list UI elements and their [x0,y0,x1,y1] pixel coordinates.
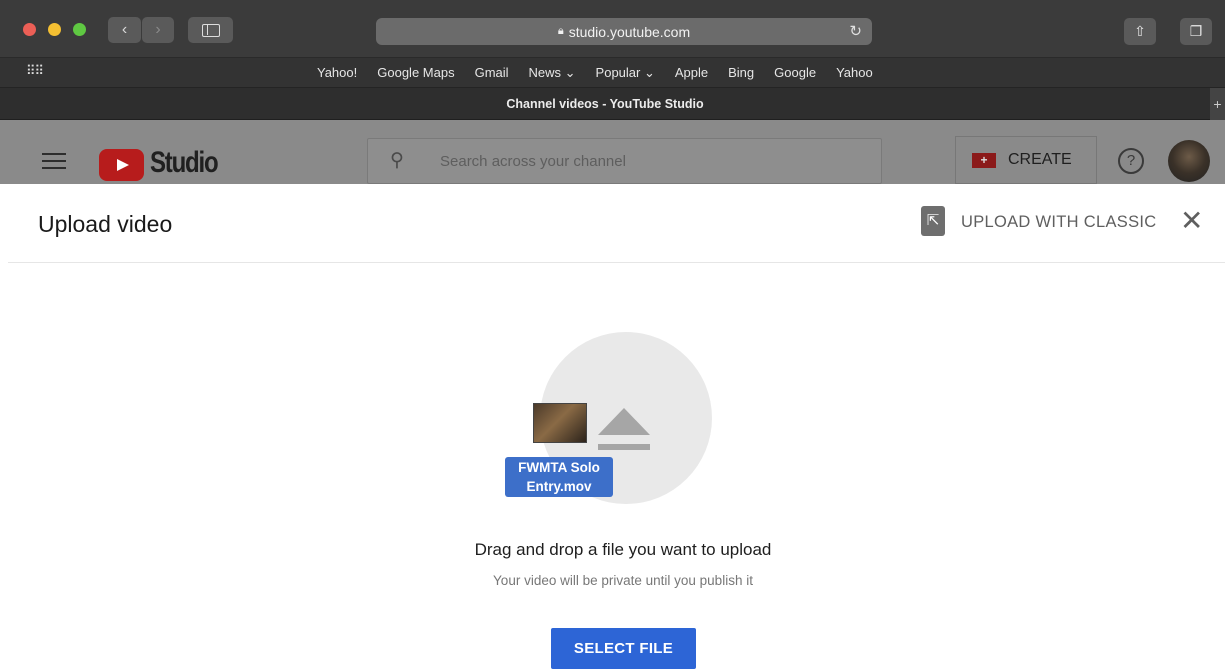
forward-button[interactable]: › [142,17,174,43]
bookmark-google[interactable]: Google [774,65,816,81]
upload-arrow-icon [598,408,650,450]
select-file-button[interactable]: SELECT FILE [551,628,696,669]
active-tab[interactable]: Channel videos - YouTube Studio [0,97,1210,111]
privacy-note: Your video will be private until you pub… [493,573,753,588]
share-icon: ⇧ [1134,23,1146,39]
dragged-file-label: FWMTA Solo Entry.mov [505,457,613,497]
studio-logo-text: Studio [150,146,219,179]
close-window-button[interactable] [23,23,36,36]
menu-icon[interactable] [42,153,66,174]
upload-with-classic-button[interactable]: UPLOAD WITH CLASSIC [961,213,1156,232]
grid-icon[interactable]: ⠿⠿ [26,63,44,79]
chevron-left-icon: ‹ [121,21,128,38]
bookmark-bing[interactable]: Bing [728,65,754,81]
help-icon[interactable]: ? [1118,148,1144,174]
dialog-header: Upload video ⇱ UPLOAD WITH CLASSIC ✕ [8,184,1225,263]
address-text: studio.youtube.com [568,23,691,40]
sidebar-toggle-button[interactable] [188,17,233,43]
favorites-bar: ⠿⠿ Yahoo! Google Maps Gmail News ⌄ Popul… [0,58,1225,88]
back-button[interactable]: ‹ [108,17,141,43]
video-camera-icon: + [972,152,996,168]
sidebar-icon [201,23,220,37]
bookmark-gmail[interactable]: Gmail [475,65,509,81]
avatar[interactable] [1168,140,1210,182]
share-button[interactable]: ⇧ [1124,18,1156,45]
bookmark-yahoo[interactable]: Yahoo! [317,65,357,81]
create-label: CREATE [1008,151,1072,168]
bookmark-google-maps[interactable]: Google Maps [377,65,454,81]
channel-search[interactable]: ⚲ [367,138,882,184]
browser-toolbar: ‹ › 🔒︎ studio.youtube.com ↻ ⇧ ❐ [0,0,1225,58]
new-tab-button[interactable]: + [1210,88,1225,120]
bookmark-popular[interactable]: Popular ⌄ [596,65,655,81]
bookmark-news[interactable]: News ⌄ [529,65,576,81]
youtube-logo-icon [99,149,144,181]
classic-upload-icon[interactable]: ⇱ [921,206,945,236]
upload-dialog: Upload video ⇱ UPLOAD WITH CLASSIC ✕ FWM… [8,184,1225,669]
dialog-title: Upload video [38,211,173,237]
reload-icon[interactable]: ↻ [849,22,862,40]
create-button[interactable]: + CREATE [955,136,1097,184]
address-bar[interactable]: 🔒︎ studio.youtube.com ↻ [376,18,872,45]
minimize-window-button[interactable] [48,23,61,36]
tabs-overview-icon: ❐ [1189,23,1203,39]
close-icon[interactable]: ✕ [1180,206,1203,236]
chevron-right-icon: › [155,21,161,38]
bookmark-list: Yahoo! Google Maps Gmail News ⌄ Popular … [317,65,873,81]
search-input[interactable] [440,153,860,170]
tabs-overview-button[interactable]: ❐ [1180,18,1212,45]
drag-instructions: Drag and drop a file you want to upload [474,540,772,559]
dragged-file-thumbnail [533,403,587,443]
zoom-window-button[interactable] [73,23,86,36]
lock-icon: 🔒︎ [557,25,564,37]
bookmark-apple[interactable]: Apple [675,65,708,81]
bookmark-yahoo-2[interactable]: Yahoo [836,65,873,81]
search-icon: ⚲ [390,150,404,171]
tab-bar: Channel videos - YouTube Studio + [0,88,1225,120]
